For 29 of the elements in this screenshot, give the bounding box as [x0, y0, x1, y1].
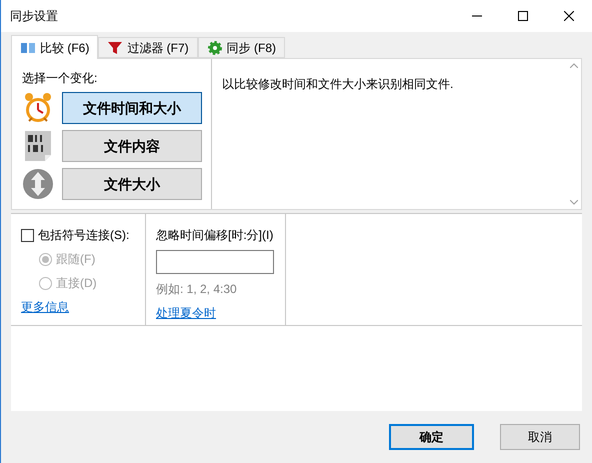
gear-icon	[206, 40, 223, 56]
compare-option-button[interactable]: 文件时间和大小	[62, 92, 202, 124]
daylight-saving-link[interactable]: 处理夏令时	[156, 304, 216, 322]
funnel-icon	[107, 40, 124, 56]
dialog-button[interactable]: 取消	[500, 424, 580, 450]
binary-file-icon	[24, 130, 52, 162]
scroll-down-icon[interactable]	[570, 200, 578, 205]
more-info-link[interactable]: 更多信息	[21, 298, 69, 316]
scroll-up-icon[interactable]	[570, 63, 578, 68]
checkbox-label: 包括符号连接(S):	[38, 227, 130, 244]
dialog-button[interactable]: 确定	[389, 424, 474, 450]
radio-label: 跟随(F)	[56, 251, 96, 268]
alarm-clock-icon	[23, 92, 53, 124]
compare-option-button[interactable]: 文件大小	[62, 168, 202, 200]
maximize-icon	[518, 11, 528, 21]
radio-label: 直接(D)	[56, 275, 97, 292]
window-title: 同步设置	[10, 8, 59, 25]
time-shift-label: 忽略时间偏移[时:分](I)	[156, 227, 274, 244]
tab[interactable]: 同步 (F8)	[198, 37, 286, 58]
up-down-arrows-icon	[22, 168, 54, 200]
tab[interactable]: 比较 (F6)	[11, 35, 98, 59]
checkbox[interactable]	[21, 228, 34, 242]
choice-heading: 选择一个变化:	[22, 70, 98, 87]
close-icon	[564, 11, 574, 21]
example-text: 例如: 1, 2, 4:30	[156, 281, 238, 298]
description-text: 以比较修改时间和文件大小来识别相同文件.	[222, 77, 454, 91]
compare-option-button[interactable]: 文件内容	[62, 130, 202, 162]
time-shift-field[interactable]	[156, 250, 274, 274]
tab[interactable]: 过滤器 (F7)	[98, 37, 198, 58]
